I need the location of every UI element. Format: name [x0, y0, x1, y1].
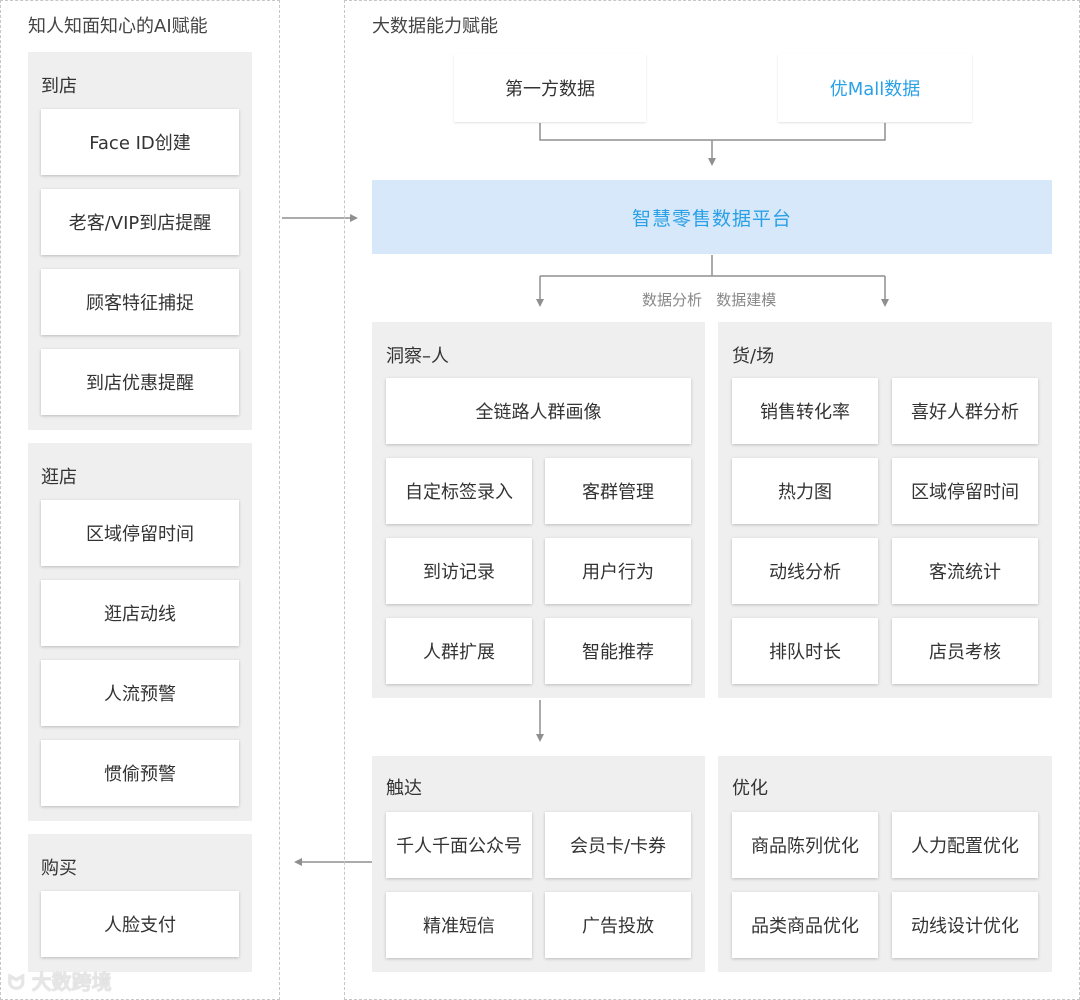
card-face-id-create: Face ID创建 [41, 109, 239, 175]
card-category-optimize: 品类商品优化 [732, 892, 878, 958]
right-panel-title: 大数据能力赋能 [372, 16, 498, 37]
group-reach: 触达 千人千面公众号 会员卡/卡券 精准短信 广告投放 [372, 756, 705, 972]
group-label-goods: 货/场 [732, 346, 775, 367]
card-visit-record: 到访记录 [386, 538, 532, 604]
card-heatmap: 热力图 [732, 458, 878, 524]
card-preference-analysis: 喜好人群分析 [892, 378, 1038, 444]
card-thief-warning: 惯偷预警 [41, 740, 239, 806]
card-precise-sms: 精准短信 [386, 892, 532, 958]
group-label-insight: 洞察–人 [386, 346, 449, 367]
source-first-party-label: 第一方数据 [505, 79, 595, 100]
card-smart-recommend: 智能推荐 [545, 618, 691, 684]
group-arrive: 到店 Face ID创建 老客/VIP到店提醒 顾客特征捕捉 到店优惠提醒 [28, 52, 252, 430]
group-label-optimize: 优化 [732, 778, 768, 799]
card-member-card-coupon: 会员卡/卡券 [545, 812, 691, 878]
card-area-dwell-time: 区域停留时间 [41, 500, 239, 566]
card-vip-arrival-alert: 老客/VIP到店提醒 [41, 189, 239, 255]
group-label-reach: 触达 [386, 778, 422, 799]
watermark-logo-icon: ᗢ [8, 970, 25, 994]
card-traffic-stats: 客流统计 [892, 538, 1038, 604]
source-first-party: 第一方数据 [454, 54, 646, 122]
card-ad-placement: 广告投放 [545, 892, 691, 958]
card-custom-tag-entry: 自定标签录入 [386, 458, 532, 524]
card-arrival-discount-alert: 到店优惠提醒 [41, 349, 239, 415]
card-staff-assessment: 店员考核 [892, 618, 1038, 684]
card-crowd-warning: 人流预警 [41, 660, 239, 726]
group-goods-venue: 货/场 销售转化率 喜好人群分析 热力图 区域停留时间 动线分析 客流统计 排队… [718, 322, 1052, 698]
source-youmall-label: 优Mall数据 [829, 79, 921, 100]
card-full-chain-portrait: 全链路人群画像 [386, 378, 691, 444]
card-path-analysis: 动线分析 [732, 538, 878, 604]
group-label-arrive: 到店 [41, 76, 77, 97]
card-path-design-optimize: 动线设计优化 [892, 892, 1038, 958]
card-sales-conversion: 销售转化率 [732, 378, 878, 444]
group-purchase: 购买 人脸支付 [28, 834, 252, 972]
card-browse-path: 逛店动线 [41, 580, 239, 646]
watermark-text: 大数跨境 [31, 970, 112, 994]
analysis-note: 数据分析 数据建模 [642, 291, 777, 309]
group-browse: 逛店 区域停留时间 逛店动线 人流预警 惯偷预警 [28, 443, 252, 821]
card-crowd-expansion: 人群扩展 [386, 618, 532, 684]
card-staffing-optimize: 人力配置优化 [892, 812, 1038, 878]
card-personalized-account: 千人千面公众号 [386, 812, 532, 878]
group-label-browse: 逛店 [41, 467, 77, 488]
group-insight-people: 洞察–人 全链路人群画像 自定标签录入 客群管理 到访记录 用户行为 人群扩展 … [372, 322, 705, 698]
card-face-payment: 人脸支付 [41, 891, 239, 957]
watermark: ᗢ 大数跨境 [8, 966, 112, 995]
left-panel-title: 知人知面知心的AI赋能 [28, 16, 208, 37]
card-customer-feature-capture: 顾客特征捕捉 [41, 269, 239, 335]
card-area-dwell-time-2: 区域停留时间 [892, 458, 1038, 524]
data-platform: 智慧零售数据平台 [372, 180, 1052, 254]
card-display-optimize: 商品陈列优化 [732, 812, 878, 878]
source-youmall: 优Mall数据 [778, 54, 972, 122]
card-user-behavior: 用户行为 [545, 538, 691, 604]
group-optimize: 优化 商品陈列优化 人力配置优化 品类商品优化 动线设计优化 [718, 756, 1052, 972]
group-label-purchase: 购买 [41, 858, 77, 879]
card-customer-group-mgmt: 客群管理 [545, 458, 691, 524]
card-queue-time: 排队时长 [732, 618, 878, 684]
